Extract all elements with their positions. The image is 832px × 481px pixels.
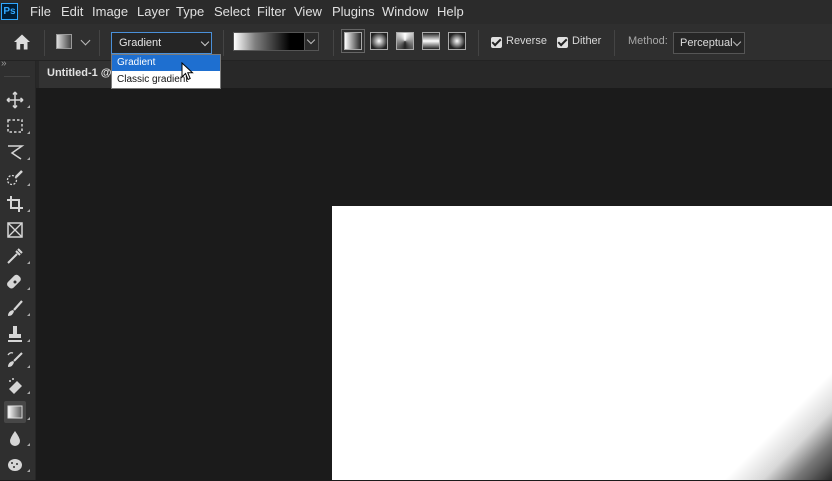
eyedropper-tool-icon[interactable] xyxy=(4,245,26,267)
tool-group-indicator xyxy=(27,417,30,420)
lasso-tool-icon[interactable] xyxy=(4,141,26,163)
mouse-cursor-icon xyxy=(181,62,194,81)
tool-group-indicator xyxy=(27,339,30,342)
move-tool-icon[interactable] xyxy=(4,89,26,111)
spot-healing-tool-icon[interactable] xyxy=(4,271,26,293)
radial-gradient-button[interactable] xyxy=(370,32,388,50)
history-brush-tool-icon[interactable] xyxy=(4,349,26,371)
gradient-mode-dropdown: Gradient Classic gradient xyxy=(111,54,221,89)
frame-tool-icon[interactable] xyxy=(4,219,26,241)
tool-group-indicator xyxy=(27,287,30,290)
tool-group-indicator xyxy=(27,261,30,264)
menu-filter[interactable]: Filter xyxy=(257,4,286,19)
tool-group-indicator xyxy=(27,105,30,108)
options-divider xyxy=(223,30,224,56)
crop-tool-icon[interactable] xyxy=(4,193,26,215)
reverse-checkbox[interactable] xyxy=(491,37,502,48)
document-tab[interactable]: Untitled-1 @ xyxy=(39,61,119,88)
linear-gradient-button[interactable] xyxy=(341,29,365,53)
home-icon[interactable] xyxy=(12,33,32,51)
clone-stamp-tool-icon[interactable] xyxy=(4,323,26,345)
document-canvas[interactable] xyxy=(332,206,832,480)
menu-file[interactable]: File xyxy=(30,4,51,19)
gradient-mode-select[interactable]: Gradient xyxy=(111,32,212,54)
tool-group-indicator xyxy=(27,365,30,368)
menu-select[interactable]: Select xyxy=(214,4,250,19)
method-label: Method: xyxy=(628,35,668,47)
method-value: Perceptual xyxy=(680,37,733,49)
tool-group-indicator xyxy=(27,157,30,160)
reverse-label: Reverse xyxy=(506,35,547,47)
quick-selection-tool-icon[interactable] xyxy=(4,167,26,189)
gradient-mode-value: Gradient xyxy=(119,37,162,49)
marquee-tool-icon[interactable] xyxy=(4,115,26,137)
diamond-gradient-button[interactable] xyxy=(448,32,466,50)
tool-group-indicator xyxy=(27,443,30,446)
toolbar-divider xyxy=(4,76,30,77)
dropdown-option-gradient[interactable]: Gradient xyxy=(112,55,220,71)
menu-plugins[interactable]: Plugins xyxy=(332,4,375,19)
collapse-panel-icon[interactable]: » xyxy=(1,58,7,69)
gradient-preview-swatch[interactable] xyxy=(233,32,305,51)
brush-tool-icon[interactable] xyxy=(4,297,26,319)
options-divider xyxy=(99,30,100,56)
photoshop-logo-icon[interactable]: Ps xyxy=(1,3,18,20)
menu-edit[interactable]: Edit xyxy=(61,4,83,19)
gradient-tool-icon[interactable] xyxy=(4,401,26,423)
menu-help[interactable]: Help xyxy=(437,4,464,19)
tool-group-indicator xyxy=(27,183,30,186)
menu-window[interactable]: Window xyxy=(382,4,428,19)
dither-checkbox[interactable] xyxy=(557,37,568,48)
sponge-tool-icon[interactable] xyxy=(4,453,26,475)
eraser-tool-icon[interactable] xyxy=(4,375,26,397)
tool-group-indicator xyxy=(27,313,30,316)
options-divider xyxy=(333,30,334,56)
menu-view[interactable]: View xyxy=(294,4,322,19)
tool-group-indicator xyxy=(27,469,30,472)
tool-group-indicator xyxy=(27,209,30,212)
menu-layer[interactable]: Layer xyxy=(137,4,170,19)
angle-gradient-button[interactable] xyxy=(396,32,414,50)
reflected-gradient-button[interactable] xyxy=(422,32,440,50)
dither-label: Dither xyxy=(572,35,602,47)
tool-preset-picker[interactable] xyxy=(56,34,72,49)
tool-group-indicator xyxy=(27,391,30,394)
tool-group-indicator xyxy=(27,131,30,134)
document-tab-label: Untitled-1 @ xyxy=(47,67,112,79)
dropdown-option-classic-gradient[interactable]: Classic gradient xyxy=(112,72,220,88)
menu-image[interactable]: Image xyxy=(92,4,128,19)
blur-tool-icon[interactable] xyxy=(4,427,26,449)
options-divider xyxy=(478,30,479,56)
menu-type[interactable]: Type xyxy=(176,4,204,19)
options-divider xyxy=(44,30,45,56)
options-divider xyxy=(614,30,615,56)
